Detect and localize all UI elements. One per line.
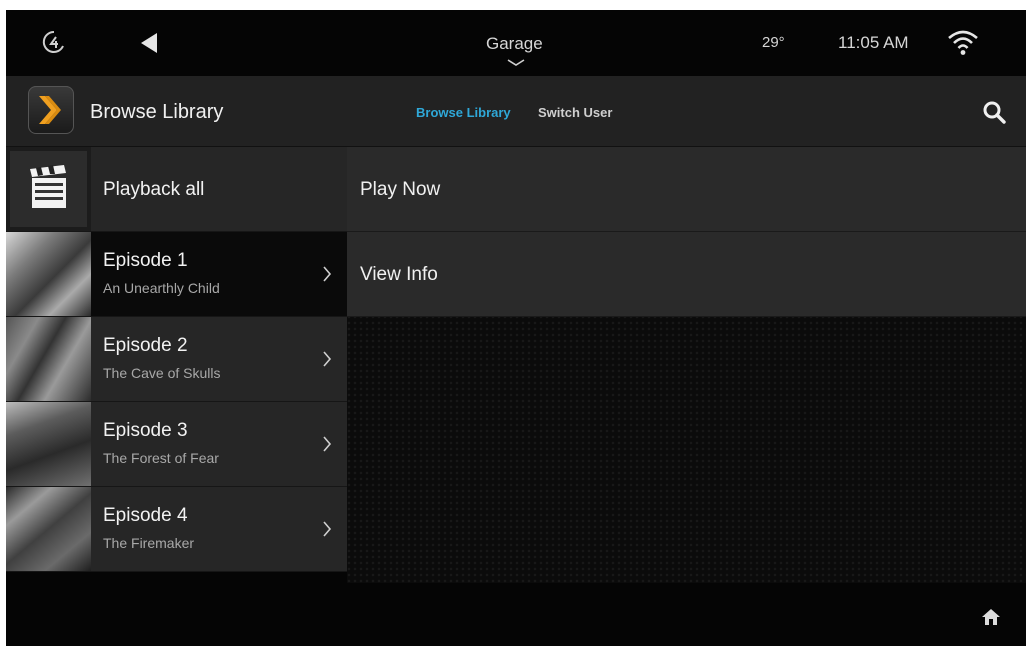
page-title: Browse Library — [90, 101, 224, 123]
tab-switch-user[interactable]: Switch User — [538, 105, 612, 120]
tab-browse-library[interactable]: Browse Library — [416, 105, 511, 120]
room-label[interactable]: Garage — [486, 34, 543, 54]
header-bar: Browse Library Browse Library Switch Use… — [6, 76, 1026, 147]
list-item-episode-2[interactable]: Episode 2 The Cave of Skulls — [6, 317, 347, 402]
list-item-title: Episode 2 — [103, 335, 188, 356]
episode-thumbnail — [6, 402, 91, 486]
tablet-screen: Garage 29° 11:05 AM Browse Library Brows… — [6, 10, 1026, 646]
clock-label: 11:05 AM — [838, 33, 909, 52]
list-item-title: Episode 1 — [103, 250, 188, 271]
status-bar: Garage 29° 11:05 AM — [6, 10, 1026, 76]
brand-c4-icon[interactable] — [42, 30, 66, 54]
play-now-button[interactable]: Play Now — [347, 147, 1026, 232]
episode-thumbnail — [6, 232, 91, 316]
play-now-label: Play Now — [360, 179, 441, 200]
chevron-right-icon — [323, 521, 332, 537]
list-item-title: Playback all — [103, 179, 205, 200]
plex-logo-icon — [28, 86, 74, 134]
list-item-title: Episode 4 — [103, 505, 188, 526]
chevron-right-icon — [323, 351, 332, 367]
search-icon[interactable] — [982, 100, 1006, 124]
list-item-title: Episode 3 — [103, 420, 188, 441]
episode-thumbnail — [6, 317, 91, 401]
list-item-episode-1[interactable]: Episode 1 An Unearthly Child — [6, 232, 347, 317]
list-item-subtitle: The Firemaker — [103, 535, 195, 551]
temperature-label: 29° — [762, 34, 785, 51]
chevron-right-icon — [323, 266, 332, 282]
list-item-episode-3[interactable]: Episode 3 The Forest of Fear — [6, 402, 347, 487]
view-info-label: View Info — [360, 264, 438, 285]
home-room-icon[interactable] — [980, 607, 1002, 627]
episode-list: Playback all Episode 1 An Unearthly Chil… — [6, 147, 347, 583]
chevron-right-icon — [323, 436, 332, 452]
view-info-button[interactable]: View Info — [347, 232, 1026, 317]
list-item-playback-all[interactable]: Playback all — [6, 147, 347, 232]
list-item-episode-4[interactable]: Episode 4 The Firemaker — [6, 487, 347, 572]
chevron-down-icon[interactable] — [506, 58, 526, 68]
wifi-icon — [948, 30, 978, 55]
footer-bar — [6, 583, 1026, 646]
list-item-subtitle: The Forest of Fear — [103, 450, 219, 466]
list-item-subtitle: The Cave of Skulls — [103, 365, 221, 381]
action-panel: Play Now View Info — [347, 147, 1026, 583]
back-arrow-icon[interactable] — [140, 32, 158, 54]
clapperboard-icon — [6, 147, 91, 231]
list-item-subtitle: An Unearthly Child — [103, 280, 220, 296]
episode-thumbnail — [6, 487, 91, 571]
